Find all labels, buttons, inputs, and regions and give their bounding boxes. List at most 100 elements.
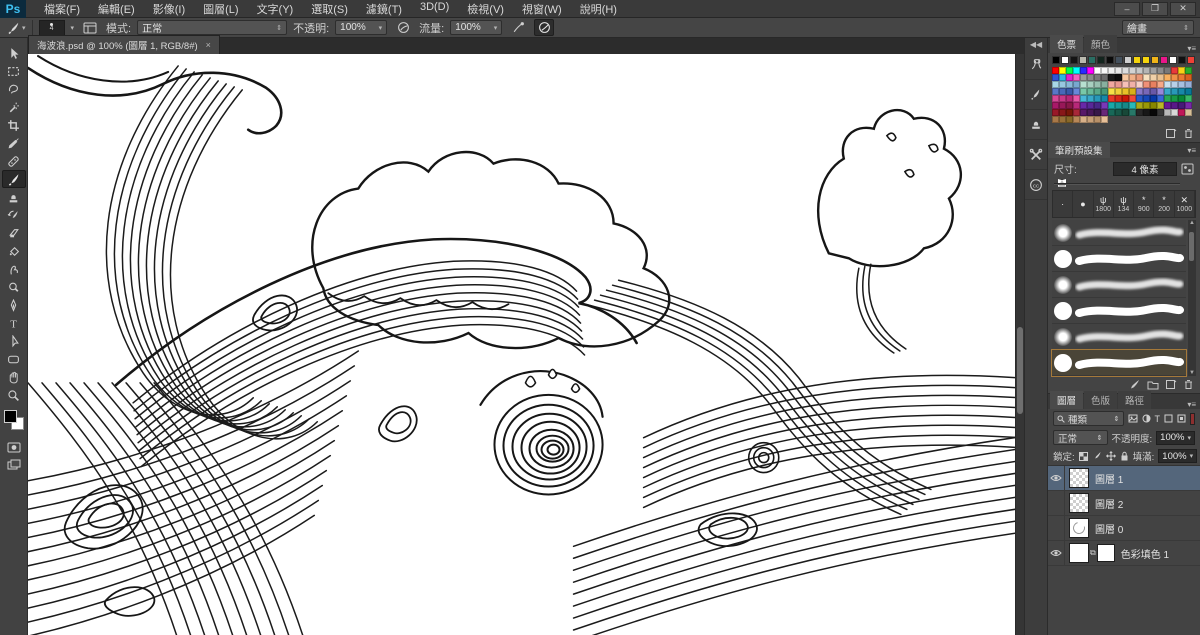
marquee-tool[interactable]	[2, 62, 26, 80]
trash-icon[interactable]	[1183, 128, 1194, 139]
folder-icon[interactable]	[1147, 380, 1159, 390]
swatch[interactable]	[1136, 102, 1143, 109]
swatch[interactable]	[1157, 81, 1164, 88]
swatch[interactable]	[1108, 95, 1115, 102]
swatch[interactable]	[1151, 56, 1159, 64]
shape-tool[interactable]	[2, 350, 26, 368]
swatch[interactable]	[1108, 102, 1115, 109]
swatch[interactable]	[1079, 56, 1087, 64]
swatch[interactable]	[1164, 102, 1171, 109]
swatch[interactable]	[1157, 102, 1164, 109]
swatch[interactable]	[1088, 56, 1096, 64]
swatch[interactable]	[1066, 116, 1073, 123]
swatch[interactable]	[1080, 95, 1087, 102]
swatch[interactable]	[1101, 102, 1108, 109]
scroll-up-icon[interactable]: ▲	[1188, 220, 1196, 226]
swatch[interactable]	[1059, 88, 1066, 95]
brush-preset-row[interactable]	[1052, 298, 1186, 324]
layers-tab-色版[interactable]: 色版	[1084, 391, 1117, 409]
swatch[interactable]	[1080, 88, 1087, 95]
swatch[interactable]	[1108, 67, 1115, 74]
brush-preset-row[interactable]	[1052, 220, 1186, 246]
swatch[interactable]	[1122, 74, 1129, 81]
layer-visibility-toggle[interactable]	[1048, 466, 1065, 490]
swatch[interactable]	[1061, 56, 1069, 64]
swatch[interactable]	[1171, 81, 1178, 88]
menu-影像[interactable]: 影像(I)	[145, 0, 193, 19]
foreground-color-swatch[interactable]	[4, 410, 17, 423]
swatch[interactable]	[1087, 95, 1094, 102]
open-brush-panel-icon[interactable]	[1128, 379, 1141, 390]
dock-brush-settings-button[interactable]	[1025, 80, 1047, 110]
swatch[interactable]	[1178, 81, 1185, 88]
brush-list-scrollbar[interactable]: ▲ ▼	[1188, 220, 1196, 376]
lasso-tool[interactable]	[2, 80, 26, 98]
swatch[interactable]	[1073, 116, 1080, 123]
swatch[interactable]	[1150, 67, 1157, 74]
swatch[interactable]	[1094, 116, 1101, 123]
swatch[interactable]	[1052, 74, 1059, 81]
swatch[interactable]	[1122, 67, 1129, 74]
swatch[interactable]	[1059, 109, 1066, 116]
panel-menu-icon[interactable]: ▾≡	[1183, 400, 1200, 409]
swatch[interactable]	[1052, 56, 1060, 64]
flow-select[interactable]: 100% ▾	[450, 20, 502, 35]
swatch[interactable]	[1133, 56, 1141, 64]
swatch[interactable]	[1052, 67, 1059, 74]
swatch[interactable]	[1066, 102, 1073, 109]
menu-3D[interactable]: 3D(D)	[412, 0, 457, 19]
swatch[interactable]	[1073, 102, 1080, 109]
swatch[interactable]	[1052, 81, 1059, 88]
lock-position-icon[interactable]	[1106, 451, 1116, 461]
scrollbar-thumb[interactable]	[1189, 232, 1194, 260]
swatch[interactable]	[1178, 95, 1185, 102]
swatch[interactable]	[1094, 81, 1101, 88]
swatch[interactable]	[1122, 109, 1129, 116]
document-canvas[interactable]	[28, 54, 1015, 635]
swatch[interactable]	[1185, 74, 1192, 81]
dock-creative-cloud-button[interactable]: cc	[1025, 170, 1047, 200]
brush-tip-preset[interactable]: *900	[1134, 191, 1154, 217]
eraser-tool[interactable]	[2, 224, 26, 242]
dock-clone-source-button[interactable]	[1025, 110, 1047, 140]
swatches-tab-顏色[interactable]: 顏色	[1084, 35, 1117, 53]
swatch[interactable]	[1171, 74, 1178, 81]
layer-fill-value[interactable]: 100% ▾	[1158, 449, 1197, 463]
swatch[interactable]	[1136, 109, 1143, 116]
brush-tip-preset[interactable]: ψ134	[1114, 191, 1134, 217]
trash-icon[interactable]	[1183, 379, 1194, 390]
swatch[interactable]	[1106, 56, 1114, 64]
brush-size-preview[interactable]: 4	[39, 20, 65, 36]
swatch[interactable]	[1157, 95, 1164, 102]
new-brush-icon[interactable]	[1165, 379, 1177, 390]
hand-tool[interactable]	[2, 368, 26, 386]
brush-tip-preset[interactable]: ψ1800	[1094, 191, 1114, 217]
swatch[interactable]	[1094, 102, 1101, 109]
layer-visibility-toggle[interactable]	[1048, 516, 1065, 540]
filter-smart-object-icon[interactable]	[1177, 414, 1186, 423]
layer-thumbnail[interactable]	[1069, 468, 1089, 488]
swatch[interactable]	[1094, 74, 1101, 81]
swatch[interactable]	[1164, 81, 1171, 88]
swatch[interactable]	[1101, 109, 1108, 116]
menu-圖層[interactable]: 圖層(L)	[195, 0, 246, 19]
pen-tool[interactable]	[2, 296, 26, 314]
swatch[interactable]	[1122, 102, 1129, 109]
swatch[interactable]	[1178, 67, 1185, 74]
swatch[interactable]	[1052, 109, 1059, 116]
path-select-tool[interactable]	[2, 332, 26, 350]
blend-mode-select[interactable]: 正常 ⇕	[1053, 430, 1108, 445]
swatch[interactable]	[1150, 109, 1157, 116]
swatch[interactable]	[1171, 95, 1178, 102]
swatch[interactable]	[1101, 116, 1108, 123]
layer-row-色彩填色 1[interactable]: ⧉色彩填色 1	[1048, 541, 1200, 566]
swatch[interactable]	[1143, 88, 1150, 95]
swatch[interactable]	[1087, 109, 1094, 116]
screen-mode-button[interactable]	[2, 456, 26, 474]
type-tool[interactable]: T	[2, 314, 26, 332]
history-brush-tool[interactable]	[2, 206, 26, 224]
collapse-panels-icon[interactable]: ◀◀	[1030, 38, 1042, 50]
swatch[interactable]	[1143, 95, 1150, 102]
swatch[interactable]	[1143, 109, 1150, 116]
brush-preset-row[interactable]	[1052, 272, 1186, 298]
